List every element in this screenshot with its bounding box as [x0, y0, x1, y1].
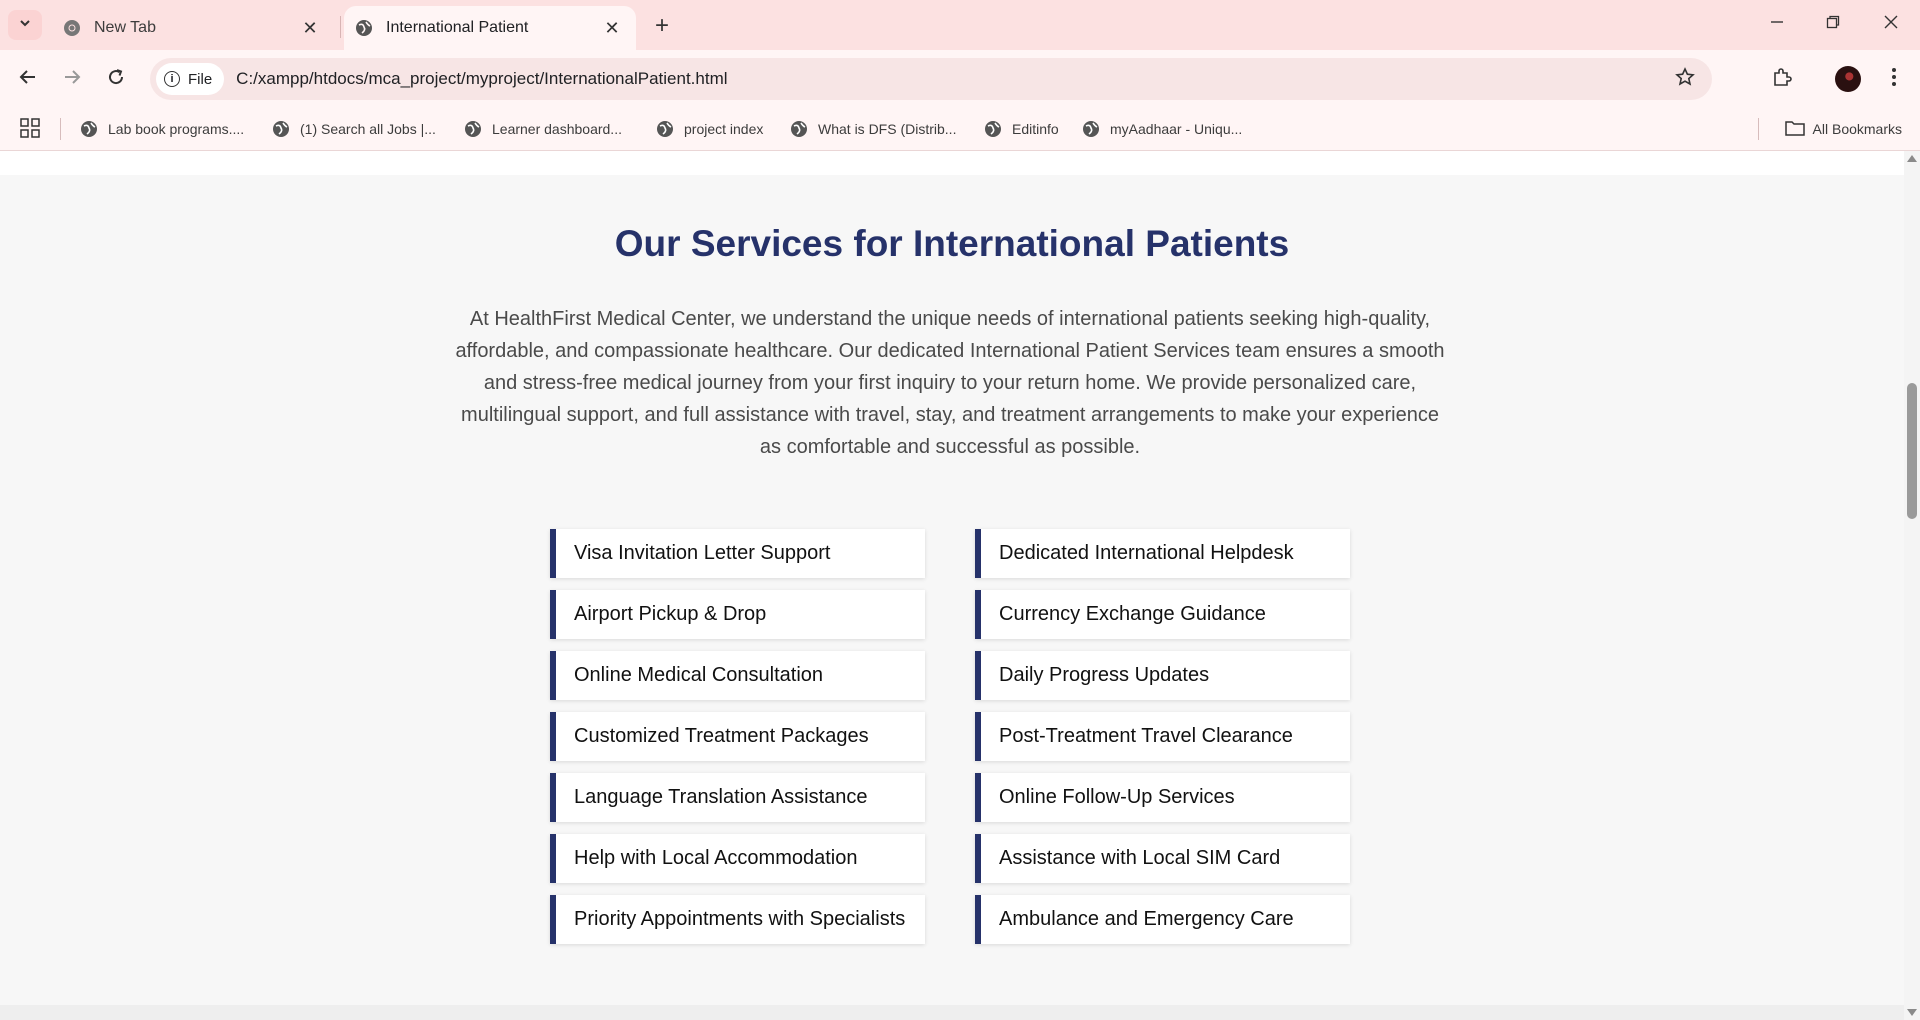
tab-divider — [340, 16, 341, 38]
scheme-label: File — [188, 70, 213, 88]
bookmark-label: Editinfo — [1012, 121, 1059, 137]
bookmark-item[interactable]: Editinfo — [984, 108, 1059, 150]
back-button[interactable] — [12, 63, 44, 95]
reload-icon — [107, 68, 125, 91]
close-icon[interactable]: ✕ — [598, 14, 626, 42]
scrollbar-thumb[interactable] — [1907, 383, 1917, 519]
globe-icon — [354, 18, 374, 38]
reload-button[interactable] — [100, 63, 132, 95]
url-text[interactable]: C:/xampp/htdocs/mca_project/myproject/In… — [236, 69, 727, 89]
folder-icon — [1784, 120, 1805, 139]
close-icon — [1884, 15, 1898, 34]
restore-icon — [1826, 15, 1840, 34]
service-card: Help with Local Accommodation — [550, 834, 925, 883]
bookmark-label: Learner dashboard... — [492, 121, 622, 137]
restore-button[interactable] — [1810, 8, 1856, 40]
close-icon[interactable]: ✕ — [296, 14, 324, 42]
info-icon: i — [164, 71, 180, 87]
more-vertical-icon — [1891, 67, 1897, 92]
avatar — [1835, 66, 1861, 92]
service-card: Online Medical Consultation — [550, 651, 925, 700]
plus-icon: + — [654, 12, 669, 39]
divider — [60, 118, 61, 140]
address-bar[interactable]: i File C:/xampp/htdocs/mca_project/mypro… — [150, 58, 1712, 100]
tab-new-tab[interactable]: New Tab ✕ — [52, 6, 334, 50]
star-icon — [1675, 66, 1695, 92]
minimize-button[interactable] — [1754, 8, 1800, 40]
apps-grid-icon[interactable] — [20, 118, 42, 140]
arrow-left-icon — [19, 68, 37, 91]
service-card: Language Translation Assistance — [550, 773, 925, 822]
globe-icon — [790, 120, 808, 138]
vertical-scrollbar[interactable] — [1904, 151, 1920, 1020]
page-viewport: Our Services for International Patients … — [0, 151, 1904, 1020]
service-card: Assistance with Local SIM Card — [975, 834, 1350, 883]
globe-icon — [464, 120, 482, 138]
browser-toolbar: i File C:/xampp/htdocs/mca_project/mypro… — [0, 50, 1920, 108]
bookmark-item[interactable]: What is DFS (Distrib... — [790, 108, 956, 150]
bookmark-item[interactable]: (1) Search all Jobs |... — [272, 108, 436, 150]
bookmark-star-button[interactable] — [1672, 66, 1698, 92]
service-card: Post-Treatment Travel Clearance — [975, 712, 1350, 761]
bookmark-item[interactable]: project index — [656, 108, 763, 150]
close-window-button[interactable] — [1868, 8, 1914, 40]
chevron-down-icon — [18, 16, 32, 35]
globe-icon — [80, 120, 98, 138]
tab-international-patient[interactable]: International Patient ✕ — [344, 6, 636, 50]
service-card: Online Follow-Up Services — [975, 773, 1350, 822]
globe-icon — [984, 120, 1002, 138]
site-info-chip[interactable]: i File — [156, 63, 225, 95]
bookmark-item[interactable]: myAadhaar - Uniqu... — [1082, 108, 1242, 150]
bookmark-label: project index — [684, 121, 764, 137]
extensions-button[interactable] — [1766, 63, 1798, 95]
all-bookmarks-button[interactable]: All Bookmarks — [1784, 108, 1902, 150]
tab-strip: New Tab ✕ International Patient ✕ + — [0, 0, 1920, 50]
service-card: Airport Pickup & Drop — [550, 590, 925, 639]
all-bookmarks-label: All Bookmarks — [1812, 121, 1902, 137]
header-section-bottom — [0, 151, 1904, 175]
chrome-icon — [62, 18, 82, 38]
divider — [1758, 118, 1759, 140]
bookmark-item[interactable]: Lab book programs.... — [80, 108, 244, 150]
service-card: Currency Exchange Guidance — [975, 590, 1350, 639]
tab-title: New Tab — [94, 19, 156, 36]
service-card: Daily Progress Updates — [975, 651, 1350, 700]
service-card: Priority Appointments with Specialists — [550, 895, 925, 944]
bookmark-label: What is DFS (Distrib... — [818, 121, 957, 137]
tab-search-button[interactable] — [8, 10, 42, 40]
intro-paragraph: At HealthFirst Medical Center, we unders… — [455, 308, 1445, 458]
service-card: Ambulance and Emergency Care — [975, 895, 1350, 944]
page-title: Our Services for International Patients — [614, 223, 1290, 264]
scroll-up-arrow-icon[interactable] — [1907, 155, 1917, 162]
globe-icon — [656, 120, 674, 138]
service-card: Dedicated International Helpdesk — [975, 529, 1350, 578]
forward-button[interactable] — [56, 63, 88, 95]
next-section-edge — [0, 1005, 1904, 1020]
service-card: Customized Treatment Packages — [550, 712, 925, 761]
globe-icon — [1082, 120, 1100, 138]
minimize-icon — [1770, 15, 1784, 34]
scroll-down-arrow-icon[interactable] — [1907, 1009, 1917, 1016]
services-grid: Visa Invitation Letter Support Dedicated… — [550, 529, 1352, 944]
new-tab-button[interactable]: + — [648, 12, 676, 40]
bookmark-item[interactable]: Learner dashboard... — [464, 108, 622, 150]
bookmarks-bar: Lab book programs.... (1) Search all Job… — [0, 108, 1920, 151]
bookmark-label: (1) Search all Jobs |... — [300, 121, 436, 137]
tab-title: International Patient — [386, 19, 529, 36]
menu-button[interactable] — [1878, 63, 1910, 95]
globe-icon — [272, 120, 290, 138]
profile-button[interactable] — [1832, 63, 1864, 95]
arrow-right-icon — [63, 68, 81, 91]
bookmark-label: myAadhaar - Uniqu... — [1110, 121, 1243, 137]
puzzle-icon — [1772, 67, 1792, 92]
service-card: Visa Invitation Letter Support — [550, 529, 925, 578]
bookmark-label: Lab book programs.... — [108, 121, 245, 137]
